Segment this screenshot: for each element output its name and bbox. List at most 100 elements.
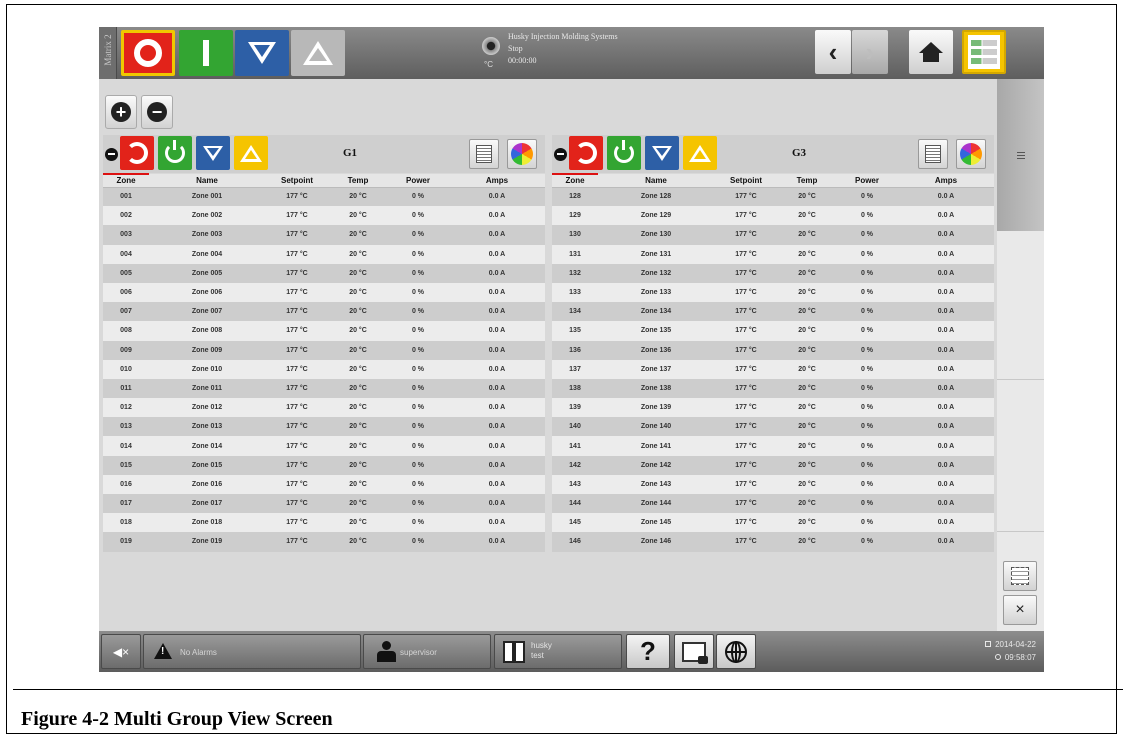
table-row[interactable]: 133 Zone 133 177 °C 20 °C 0 % 0.0 A: [552, 282, 994, 303]
table-row[interactable]: 138 Zone 138 177 °C 20 °C 0 % 0.0 A: [552, 378, 994, 399]
table-row[interactable]: 015 Zone 015 177 °C 20 °C 0 % 0.0 A: [103, 455, 545, 475]
cell-power: 0 %: [387, 321, 449, 341]
table-row[interactable]: 137 Zone 137 177 °C 20 °C 0 % 0.0 A: [552, 359, 994, 379]
collapse-icon[interactable]: [554, 148, 567, 161]
add-group-button[interactable]: +: [105, 95, 137, 129]
user-button[interactable]: supervisor: [363, 634, 491, 669]
table-row[interactable]: 131 Zone 131 177 °C 20 °C 0 % 0.0 A: [552, 244, 994, 264]
table-row[interactable]: 144 Zone 144 177 °C 20 °C 0 % 0.0 A: [552, 494, 994, 514]
table-row[interactable]: 007 Zone 007 177 °C 20 °C 0 % 0.0 A: [103, 302, 545, 322]
col-power[interactable]: Power: [387, 174, 449, 188]
scroll-thumb[interactable]: [997, 79, 1044, 231]
table-row[interactable]: 005 Zone 005 177 °C 20 °C 0 % 0.0 A: [103, 263, 545, 283]
group-color-button[interactable]: [507, 139, 537, 169]
screenshot-button[interactable]: [674, 634, 714, 669]
group-stop-button[interactable]: [120, 136, 154, 170]
table-row[interactable]: 141 Zone 141 177 °C 20 °C 0 % 0.0 A: [552, 436, 994, 456]
group-list-button[interactable]: [918, 139, 948, 169]
boost-mode-button[interactable]: [291, 30, 345, 76]
machine-button[interactable]: husky test: [494, 634, 622, 669]
table-row[interactable]: 129 Zone 129 177 °C 20 °C 0 % 0.0 A: [552, 206, 994, 226]
table-row[interactable]: 130 Zone 130 177 °C 20 °C 0 % 0.0 A: [552, 225, 994, 245]
cell-power: 0 %: [836, 359, 898, 379]
back-button[interactable]: ‹: [815, 30, 851, 74]
col-setpoint[interactable]: Setpoint: [714, 174, 778, 188]
group-list-button[interactable]: [469, 139, 499, 169]
home-button[interactable]: [909, 30, 953, 74]
table-row[interactable]: 012 Zone 012 177 °C 20 °C 0 % 0.0 A: [103, 398, 545, 418]
cell-name: Zone 142: [598, 455, 714, 475]
table-row[interactable]: 139 Zone 139 177 °C 20 °C 0 % 0.0 A: [552, 398, 994, 418]
group-run-button[interactable]: [607, 136, 641, 170]
run-mode-button[interactable]: [179, 30, 233, 76]
cell-setpoint: 177 °C: [714, 302, 778, 322]
table-row[interactable]: 017 Zone 017 177 °C 20 °C 0 % 0.0 A: [103, 494, 545, 514]
main-area: + − G1 Zone Name Setpoint Temp Power Amp…: [99, 79, 997, 631]
divider: [997, 379, 1044, 380]
table-row[interactable]: 019 Zone 019 177 °C 20 °C 0 % 0.0 A: [103, 532, 545, 552]
col-name[interactable]: Name: [149, 174, 265, 188]
group-stop-button[interactable]: [569, 136, 603, 170]
table-row[interactable]: 010 Zone 010 177 °C 20 °C 0 % 0.0 A: [103, 359, 545, 379]
mute-button[interactable]: ◀×: [101, 634, 141, 669]
table-row[interactable]: 146 Zone 146 177 °C 20 °C 0 % 0.0 A: [552, 532, 994, 552]
table-row[interactable]: 016 Zone 016 177 °C 20 °C 0 % 0.0 A: [103, 474, 545, 494]
col-amps[interactable]: Amps: [449, 174, 545, 188]
table-row[interactable]: 013 Zone 013 177 °C 20 °C 0 % 0.0 A: [103, 417, 545, 437]
table-row[interactable]: 145 Zone 145 177 °C 20 °C 0 % 0.0 A: [552, 513, 994, 533]
standby-mode-button[interactable]: [235, 30, 289, 76]
alarms-button[interactable]: No Alarms: [143, 634, 361, 669]
view-selector-button[interactable]: [962, 30, 1006, 74]
table-row[interactable]: 008 Zone 008 177 °C 20 °C 0 % 0.0 A: [103, 321, 545, 341]
table-row[interactable]: 009 Zone 009 177 °C 20 °C 0 % 0.0 A: [103, 340, 545, 360]
table-row[interactable]: 004 Zone 004 177 °C 20 °C 0 % 0.0 A: [103, 244, 545, 264]
stop-mode-button[interactable]: [121, 30, 175, 76]
col-zone[interactable]: Zone: [103, 173, 149, 188]
group-standby-button[interactable]: [196, 136, 230, 170]
col-name[interactable]: Name: [598, 174, 714, 188]
deselect-button[interactable]: ×: [1003, 595, 1037, 625]
matrix-tab[interactable]: Matrix 2: [99, 27, 117, 79]
col-amps[interactable]: Amps: [898, 174, 994, 188]
table-row[interactable]: 006 Zone 006 177 °C 20 °C 0 % 0.0 A: [103, 282, 545, 303]
group-boost-button[interactable]: [683, 136, 717, 170]
col-temp[interactable]: Temp: [329, 174, 387, 188]
remove-group-button[interactable]: −: [141, 95, 173, 129]
col-zone[interactable]: Zone: [552, 173, 598, 188]
table-row[interactable]: 002 Zone 002 177 °C 20 °C 0 % 0.0 A: [103, 206, 545, 226]
table-row[interactable]: 128 Zone 128 177 °C 20 °C 0 % 0.0 A: [552, 187, 994, 207]
collapse-icon[interactable]: [105, 148, 118, 161]
table-row[interactable]: 001 Zone 001 177 °C 20 °C 0 % 0.0 A: [103, 187, 545, 207]
language-button[interactable]: [716, 634, 756, 669]
table-row[interactable]: 140 Zone 140 177 °C 20 °C 0 % 0.0 A: [552, 417, 994, 437]
cell-temp: 20 °C: [778, 225, 836, 245]
group-color-button[interactable]: [956, 139, 986, 169]
table-row[interactable]: 136 Zone 136 177 °C 20 °C 0 % 0.0 A: [552, 340, 994, 360]
table-row[interactable]: 142 Zone 142 177 °C 20 °C 0 % 0.0 A: [552, 455, 994, 475]
group-standby-button[interactable]: [645, 136, 679, 170]
cell-amps: 0.0 A: [898, 321, 994, 341]
table-row[interactable]: 134 Zone 134 177 °C 20 °C 0 % 0.0 A: [552, 302, 994, 322]
table-row[interactable]: 014 Zone 014 177 °C 20 °C 0 % 0.0 A: [103, 436, 545, 456]
col-temp[interactable]: Temp: [778, 174, 836, 188]
table-row[interactable]: 003 Zone 003 177 °C 20 °C 0 % 0.0 A: [103, 225, 545, 245]
matrix-tab-label: Matrix 2: [103, 34, 113, 66]
group-run-button[interactable]: [158, 136, 192, 170]
table-row[interactable]: 135 Zone 135 177 °C 20 °C 0 % 0.0 A: [552, 321, 994, 341]
col-power[interactable]: Power: [836, 174, 898, 188]
help-button[interactable]: ?: [626, 634, 670, 669]
table-row[interactable]: 011 Zone 011 177 °C 20 °C 0 % 0.0 A: [103, 378, 545, 399]
cell-zone: 141: [552, 436, 598, 456]
col-setpoint[interactable]: Setpoint: [265, 174, 329, 188]
table-row[interactable]: 018 Zone 018 177 °C 20 °C 0 % 0.0 A: [103, 513, 545, 533]
alarms-label: No Alarms: [180, 648, 217, 657]
cell-setpoint: 177 °C: [714, 417, 778, 437]
list-icon: [476, 145, 492, 163]
cell-power: 0 %: [387, 494, 449, 514]
forward-button[interactable]: ›: [852, 30, 888, 74]
group-boost-button[interactable]: [234, 136, 268, 170]
table-row[interactable]: 143 Zone 143 177 °C 20 °C 0 % 0.0 A: [552, 474, 994, 494]
select-all-button[interactable]: [1003, 561, 1037, 591]
cell-zone: 017: [103, 494, 149, 514]
table-row[interactable]: 132 Zone 132 177 °C 20 °C 0 % 0.0 A: [552, 263, 994, 283]
